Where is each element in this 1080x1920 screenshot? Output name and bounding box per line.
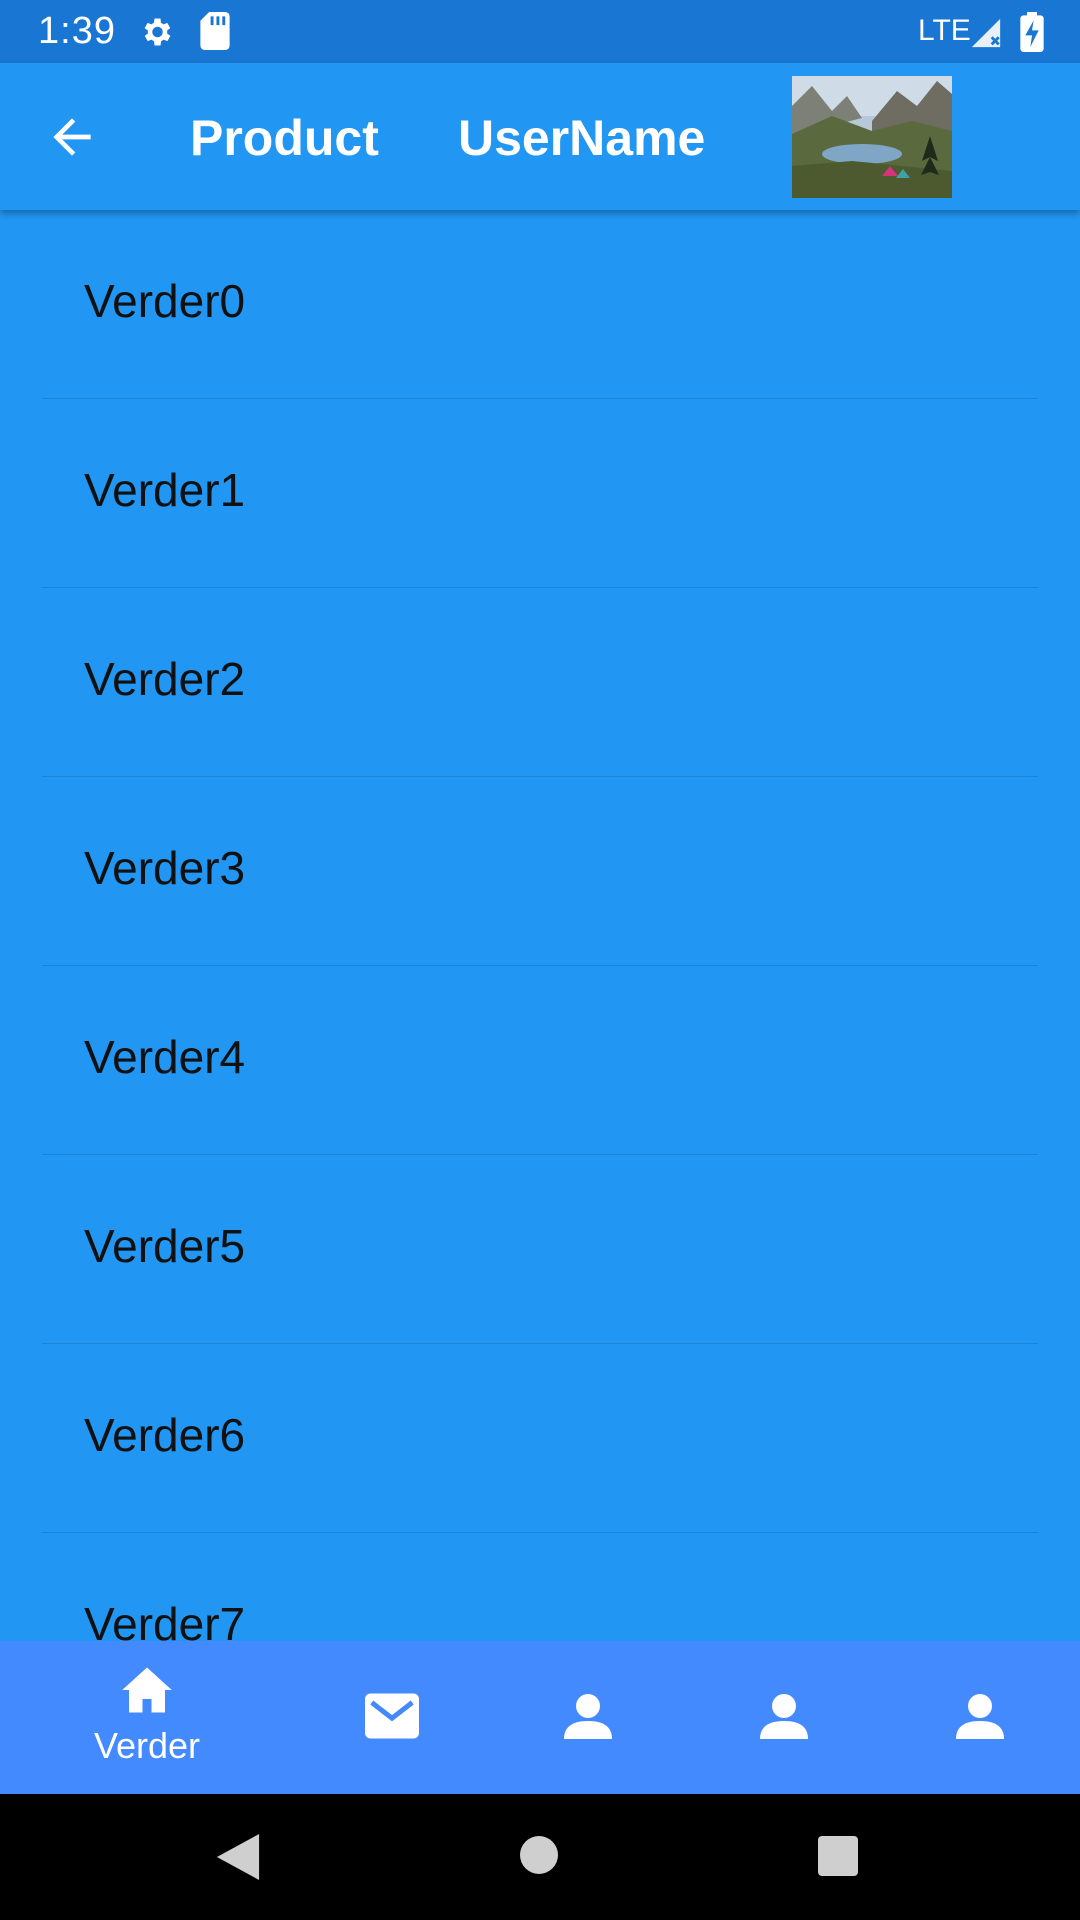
verder-list: Verder0 Verder1 Verder2 Verder3 Verder4 … (0, 210, 1080, 1641)
back-triangle-icon[interactable] (216, 1834, 260, 1880)
list-item-label: Verder3 (84, 842, 246, 894)
recents-square-icon[interactable] (818, 1836, 858, 1876)
battery-charging-icon (1020, 12, 1044, 52)
page-title: Product (190, 110, 379, 166)
network-type: LTE (918, 14, 971, 47)
home-icon (122, 1667, 172, 1713)
header-image (792, 76, 952, 198)
list-item[interactable]: Verder2 (0, 588, 1080, 777)
system-navigation-bar (0, 1794, 1080, 1920)
nav-item-verder[interactable]: Verder (49, 1641, 245, 1794)
list-item[interactable]: Verder7 (0, 1533, 1080, 1641)
list-item-label: Verder0 (84, 275, 246, 327)
list-item[interactable]: Verder4 (0, 966, 1080, 1155)
sd-card-icon (200, 12, 230, 50)
list-item-label: Verder4 (84, 1031, 246, 1083)
list-item[interactable]: Verder1 (0, 399, 1080, 588)
nav-item-person-1[interactable] (490, 1641, 686, 1794)
list-item-label: Verder7 (84, 1598, 246, 1641)
username-label: UserName (458, 110, 706, 166)
status-bar: 1:39 LTE (0, 0, 1080, 63)
app-bar: Product UserName (0, 63, 1080, 210)
list-item-label: Verder1 (84, 464, 246, 516)
status-time: 1:39 (38, 10, 116, 52)
list-item-label: Verder5 (84, 1220, 246, 1272)
list-item[interactable]: Verder0 (0, 210, 1080, 399)
person-icon (760, 1694, 808, 1739)
nav-item-person-2[interactable] (686, 1641, 882, 1794)
home-circle-icon[interactable] (520, 1836, 558, 1874)
nav-item-mail[interactable] (294, 1641, 490, 1794)
person-icon (564, 1694, 612, 1739)
bottom-navigation: Verder (0, 1641, 1080, 1794)
nav-item-label: Verder (93, 1725, 201, 1766)
signal-icon (971, 18, 1001, 48)
list-item[interactable]: Verder5 (0, 1155, 1080, 1344)
list-item[interactable]: Verder6 (0, 1344, 1080, 1533)
nav-item-person-3[interactable] (882, 1641, 1078, 1794)
arrow-back-icon[interactable] (44, 109, 100, 165)
person-icon (956, 1694, 1004, 1739)
list-item-label: Verder2 (84, 653, 246, 705)
list-item-label: Verder6 (84, 1409, 246, 1461)
gear-icon (144, 18, 171, 46)
list-item[interactable]: Verder3 (0, 777, 1080, 966)
mail-icon (365, 1693, 419, 1739)
